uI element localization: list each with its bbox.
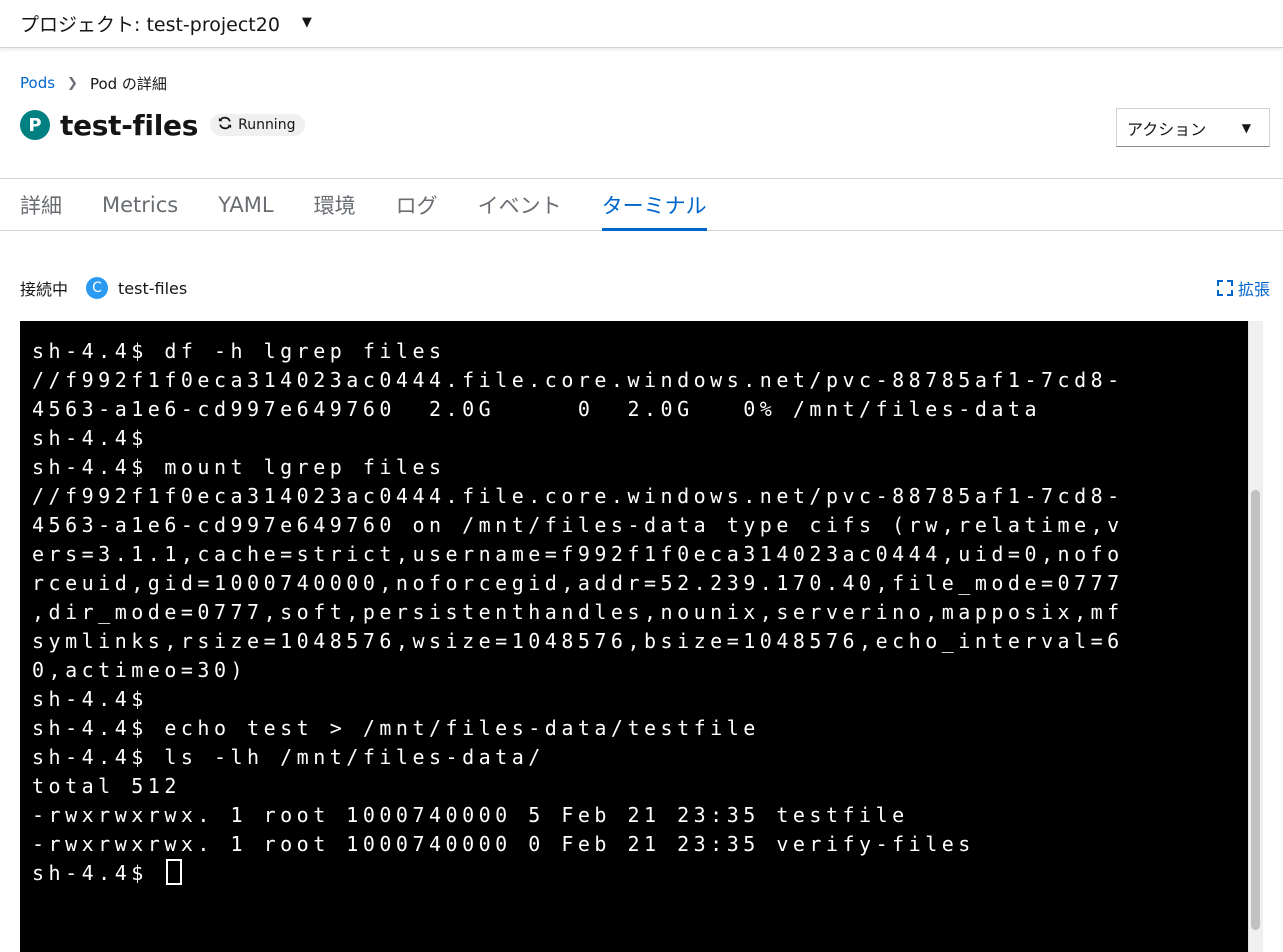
- tab-bar: 詳細 Metrics YAML 環境 ログ イベント ターミナル: [0, 178, 1283, 231]
- caret-down-icon: ▼: [301, 15, 312, 30]
- container-name: test-files: [118, 278, 188, 298]
- terminal-line: //f992f1f0eca314023ac0444.file.core.wind…: [32, 368, 1124, 392]
- breadcrumb: Pods ❯ Pod の詳細: [20, 72, 167, 94]
- tab-events[interactable]: イベント: [458, 179, 582, 230]
- terminal-prompt: sh-4.4$: [32, 861, 165, 885]
- expand-button[interactable]: 拡張: [1216, 276, 1270, 300]
- actions-dropdown[interactable]: アクション ▼: [1116, 108, 1270, 147]
- terminal-line: rceuid,gid=1000740000,noforcegid,addr=52…: [32, 571, 1124, 595]
- breadcrumb-current: Pod の詳細: [89, 74, 167, 93]
- terminal-line: symlinks,rsize=1048576,wsize=1048576,bsi…: [32, 629, 1124, 653]
- expand-label: 拡張: [1237, 280, 1270, 299]
- terminal-scrollbar-thumb[interactable]: [1251, 490, 1260, 930]
- caret-down-icon: ▼: [1241, 120, 1251, 135]
- container-badge: C: [86, 277, 109, 299]
- project-bar: プロジェクト: test-project20 ▼: [0, 0, 1283, 48]
- terminal-line: ,dir_mode=0777,soft,persistenthandles,no…: [32, 600, 1124, 624]
- tab-terminal[interactable]: ターミナル: [582, 179, 727, 231]
- connection-row: 接続中 C test-files 拡張: [20, 276, 1270, 300]
- project-selector[interactable]: プロジェクト: test-project20 ▼: [20, 10, 312, 37]
- terminal-line: -rwxrwxrwx. 1 root 1000740000 5 Feb 21 2…: [32, 803, 909, 827]
- status-text: Running: [238, 117, 296, 133]
- terminal-prompt-line[interactable]: sh-4.4$: [32, 859, 1236, 888]
- terminal-cursor: [166, 859, 183, 885]
- terminal-line: sh-4.4$ mount lgrep files: [32, 455, 446, 479]
- terminal-line: 4563-a1e6-cd997e649760 on /mnt/files-dat…: [32, 513, 1124, 537]
- project-selector-label: プロジェクト: test-project20: [20, 14, 280, 36]
- terminal-line: 4563-a1e6-cd997e649760 2.0G 0 2.0G 0% /m…: [32, 397, 1042, 421]
- terminal-line: 0,actimeo=30): [32, 658, 248, 682]
- status-badge: Running: [210, 114, 306, 136]
- actions-label: アクション: [1127, 119, 1207, 139]
- tab-environment[interactable]: 環境: [294, 179, 376, 230]
- terminal-line: //f992f1f0eca314023ac0444.file.core.wind…: [32, 484, 1124, 508]
- terminal-line: sh-4.4$: [32, 426, 148, 450]
- chevron-right-icon: ❯: [67, 75, 78, 91]
- tab-details[interactable]: 詳細: [0, 179, 82, 230]
- expand-icon: [1216, 280, 1233, 296]
- page-header: P test-files Running: [20, 106, 306, 144]
- terminal[interactable]: sh-4.4$ df -h lgrep files //f992f1f0eca3…: [20, 321, 1248, 952]
- tab-yaml[interactable]: YAML: [198, 179, 293, 230]
- sync-icon: [218, 116, 232, 134]
- pod-resource-badge: P: [20, 110, 50, 140]
- page-title: test-files: [60, 108, 199, 142]
- connection-status: 接続中: [20, 280, 69, 299]
- terminal-line: sh-4.4$: [32, 687, 148, 711]
- tab-metrics[interactable]: Metrics: [82, 179, 198, 230]
- terminal-line: sh-4.4$ echo test > /mnt/files-data/test…: [32, 716, 760, 740]
- breadcrumb-pods-link[interactable]: Pods: [20, 74, 55, 92]
- terminal-line: sh-4.4$ df -h lgrep files: [32, 339, 446, 363]
- terminal-line: ers=3.1.1,cache=strict,username=f992f1f0…: [32, 542, 1124, 566]
- terminal-line: -rwxrwxrwx. 1 root 1000740000 0 Feb 21 2…: [32, 832, 975, 856]
- terminal-line: total 512: [32, 774, 181, 798]
- terminal-line: sh-4.4$ ls -lh /mnt/files-data/: [32, 745, 545, 769]
- tab-logs[interactable]: ログ: [376, 179, 458, 230]
